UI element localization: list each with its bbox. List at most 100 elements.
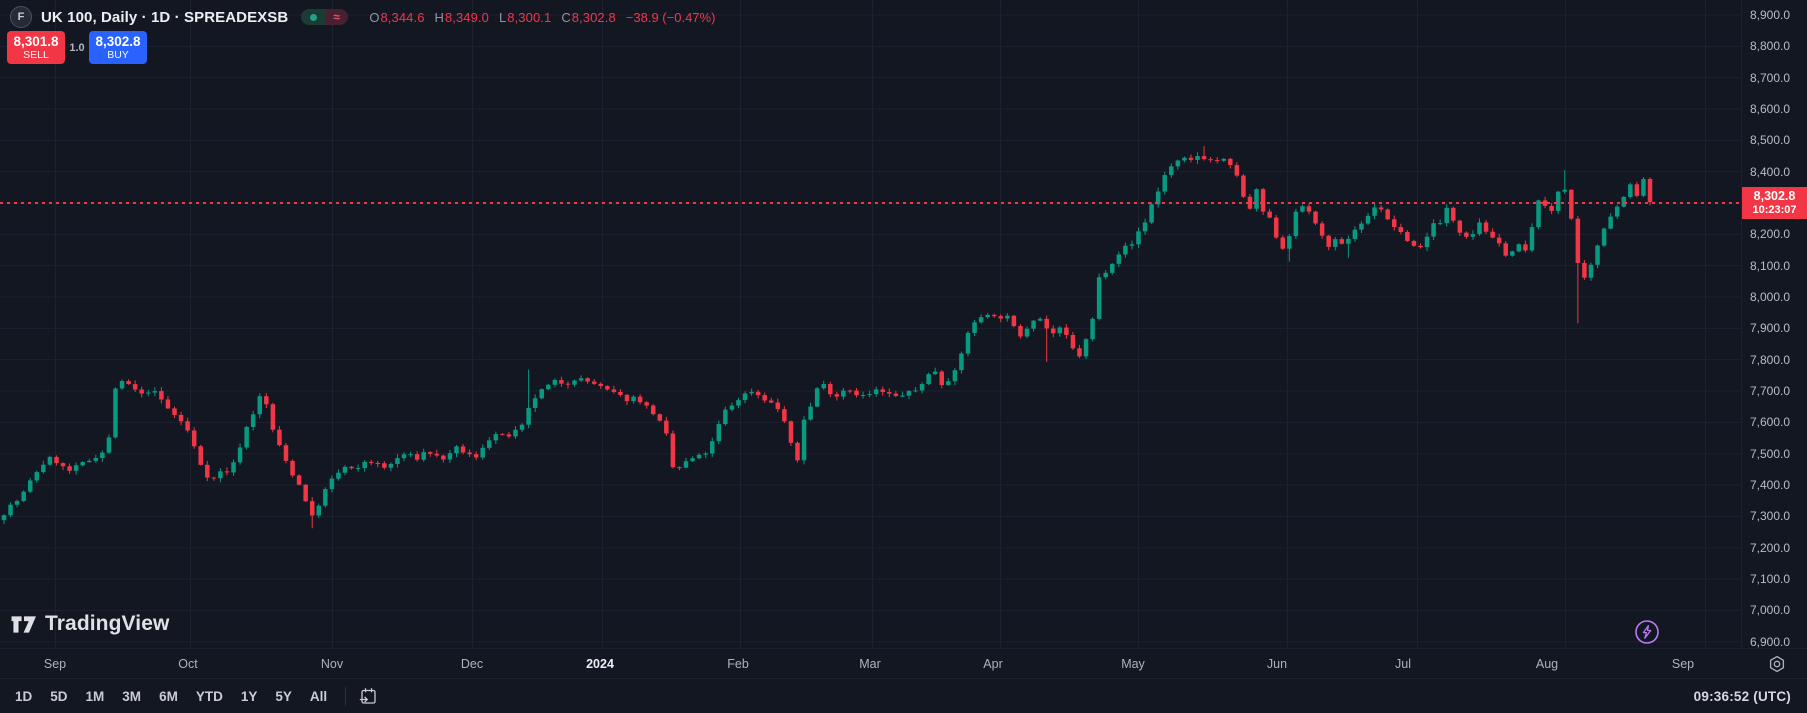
candle (1071, 335, 1076, 348)
candle (336, 473, 341, 479)
extended-hours-icon: ≈ (325, 9, 349, 25)
time-axis-settings-button[interactable] (1767, 654, 1787, 679)
candle (1149, 204, 1154, 222)
candle (861, 395, 866, 396)
candle (389, 464, 394, 468)
candle (638, 397, 643, 403)
candle (2, 515, 7, 520)
candle (494, 434, 499, 440)
candle (126, 381, 131, 384)
candle (297, 475, 302, 484)
range-6m-button[interactable]: 6M (151, 686, 186, 707)
candle (356, 468, 361, 469)
go-to-date-button[interactable] (355, 683, 381, 709)
candle (1117, 255, 1122, 264)
candle (310, 501, 315, 515)
candle (1326, 236, 1331, 247)
time-tick-sep: Sep (44, 657, 66, 671)
candle (579, 378, 584, 380)
candle (264, 396, 269, 404)
candle (612, 389, 617, 392)
candle (198, 446, 203, 465)
buy-price: 8,302.8 (95, 34, 140, 49)
candle (1064, 328, 1069, 335)
candle (244, 427, 249, 448)
candle (1648, 179, 1653, 202)
candle (618, 392, 623, 395)
candle (1176, 160, 1181, 166)
market-status-toggle[interactable]: ≈ (301, 9, 348, 25)
candle (553, 380, 558, 385)
candle (1438, 223, 1443, 224)
price-tick-label: 7,500.0 (1750, 447, 1790, 461)
candle (992, 315, 997, 316)
lightning-circle-icon (1633, 618, 1661, 646)
boost-button[interactable] (1633, 618, 1661, 646)
candle (113, 388, 118, 437)
candle (107, 437, 112, 452)
candle (317, 506, 322, 516)
range-1y-button[interactable]: 1Y (233, 686, 266, 707)
bottom-toolbar: 1D5D1M3M6MYTD1Y5YAll 09:36:52 (UTC) (0, 678, 1807, 713)
candle (559, 380, 564, 384)
candle (284, 445, 289, 461)
high-value: 8,349.0 (445, 10, 489, 25)
candle (1130, 244, 1135, 245)
candle (572, 380, 577, 384)
candle (1340, 239, 1345, 244)
range-3m-button[interactable]: 3M (114, 686, 149, 707)
candle (815, 388, 820, 406)
range-5d-button[interactable]: 5D (42, 686, 75, 707)
candle (1589, 265, 1594, 278)
candle (271, 404, 276, 429)
candle (1058, 328, 1063, 334)
candle (592, 382, 597, 384)
candle (35, 472, 40, 480)
price-tick-label: 8,700.0 (1750, 71, 1790, 85)
candle (671, 434, 676, 468)
candle (382, 463, 387, 467)
clock-utc[interactable]: 09:36:52 (UTC) (1694, 689, 1791, 704)
range-1m-button[interactable]: 1M (78, 686, 113, 707)
candle (1490, 232, 1495, 238)
change-value: −38.9 (−0.47%) (626, 10, 716, 25)
candle (402, 454, 407, 458)
candle (421, 452, 426, 460)
candlestick-chart[interactable] (0, 0, 1742, 648)
candle (395, 458, 400, 464)
candle (894, 394, 899, 396)
candle (966, 333, 971, 354)
candle (1464, 233, 1469, 237)
chart-pane[interactable]: F UK 100, Daily · 1D · SPREADEXSB ≈ O8,3… (0, 0, 1742, 648)
low-label: L (499, 10, 506, 25)
candle (848, 391, 853, 392)
sell-button[interactable]: 8,301.8 SELL (7, 31, 65, 64)
price-tick-label: 8,200.0 (1750, 227, 1790, 241)
price-axis[interactable]: 8,302.8 10:23:07 6,900.07,000.07,100.07,… (1741, 0, 1807, 648)
candle (513, 430, 518, 437)
price-tick-label: 8,000.0 (1750, 290, 1790, 304)
buy-button[interactable]: 8,302.8 BUY (89, 31, 147, 64)
tradingview-logo[interactable]: TradingView (10, 612, 169, 636)
symbol-title[interactable]: UK 100, Daily · 1D · SPREADEXSB (41, 9, 288, 26)
candle (1287, 236, 1292, 249)
candle (1563, 190, 1568, 192)
candle (1136, 231, 1141, 244)
range-all-button[interactable]: All (302, 686, 335, 707)
range-5y-button[interactable]: 5Y (267, 686, 300, 707)
candle (467, 452, 472, 454)
candle (1353, 230, 1358, 239)
price-tick-label: 8,400.0 (1750, 165, 1790, 179)
candle (74, 465, 79, 470)
time-axis[interactable]: SepOctNovDec2024FebMarAprMayJunJulAugSep (0, 648, 1807, 679)
candle (1595, 246, 1600, 265)
candle (821, 384, 826, 388)
range-ytd-button[interactable]: YTD (188, 686, 231, 707)
price-tick-label: 7,100.0 (1750, 572, 1790, 586)
price-tick-label: 7,000.0 (1750, 603, 1790, 617)
candle (599, 384, 604, 386)
candle (664, 421, 669, 434)
symbol-logo[interactable]: F (10, 6, 32, 28)
candle (972, 322, 977, 333)
range-1d-button[interactable]: 1D (7, 686, 40, 707)
